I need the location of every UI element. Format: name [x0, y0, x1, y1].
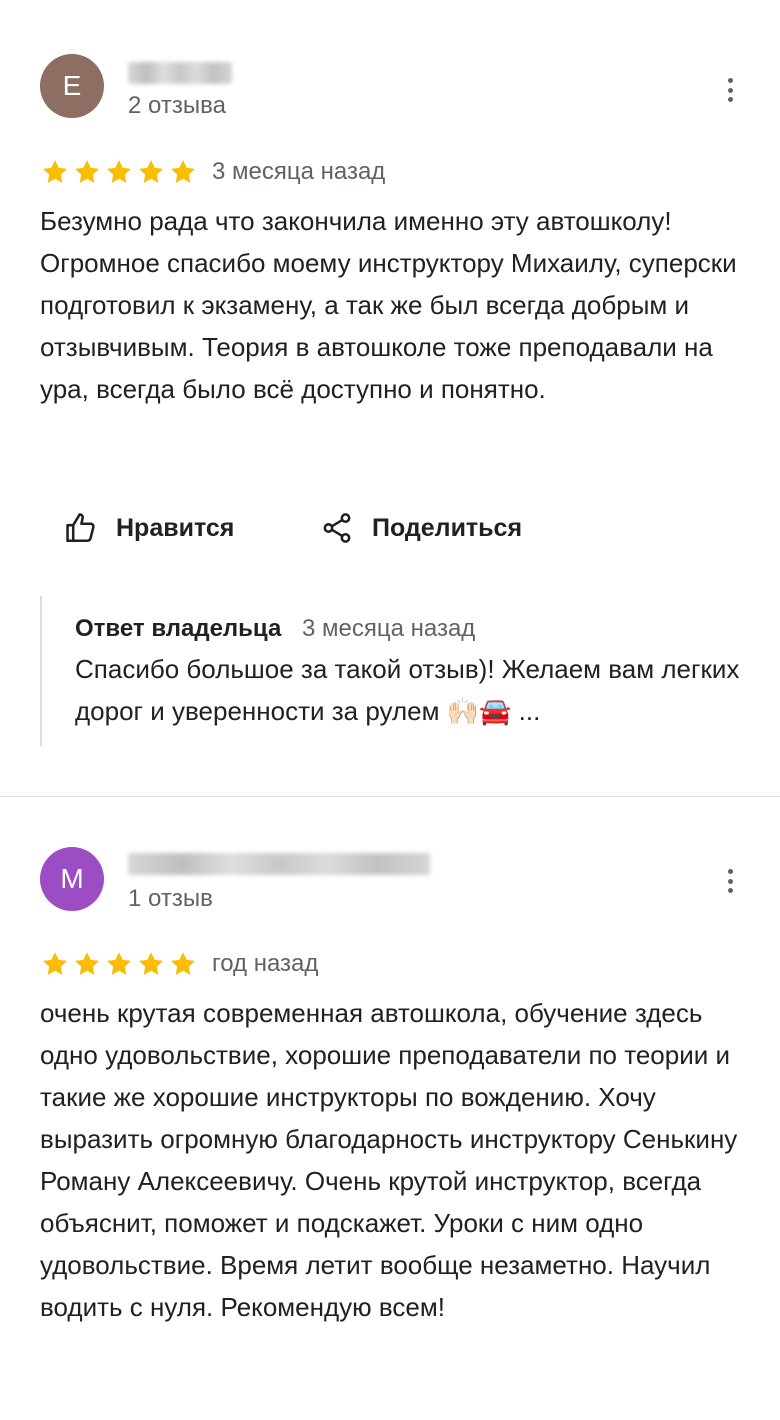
review-count[interactable]: 1 отзыв	[128, 885, 213, 913]
owner-reply-text[interactable]: Спасибо большое за такой отзыв)! Желаем …	[75, 648, 740, 732]
star-icon	[43, 160, 67, 183]
star-icon	[139, 952, 163, 975]
reviewer-name-redacted[interactable]	[128, 853, 430, 875]
star-icon	[75, 160, 99, 183]
share-icon	[323, 513, 351, 543]
like-button[interactable]: Нравится	[64, 506, 234, 550]
star-icon	[171, 952, 195, 975]
star-icon	[139, 160, 163, 183]
review-date: год назад	[212, 950, 319, 977]
rating-stars	[40, 950, 198, 978]
star-icon	[171, 160, 195, 183]
owner-reply-date: 3 месяца назад	[302, 615, 476, 642]
star-icon	[107, 952, 131, 975]
rating-stars	[40, 158, 198, 186]
owner-reply: Ответ владельца 3 месяца назад Спасибо б…	[40, 596, 740, 746]
review-card: E 2 отзыва 3 месяца назад Безумно рада ч…	[0, 0, 780, 796]
like-label: Нравится	[116, 513, 235, 542]
avatar-letter: M	[60, 863, 84, 894]
more-options-button[interactable]	[720, 74, 740, 106]
share-label: Поделиться	[372, 513, 523, 542]
avatar[interactable]: E	[40, 54, 104, 118]
review-card: M 1 отзыв год назад очень крутая совреме…	[0, 797, 780, 1420]
more-options-button[interactable]	[720, 865, 740, 897]
review-text: очень крутая современная автошкола, обуч…	[40, 998, 738, 1322]
star-icon	[75, 952, 99, 975]
more-vert-icon	[727, 78, 733, 83]
thumb-up-icon	[66, 513, 95, 543]
review-text: Безумно рада что закончила именно эту ав…	[40, 206, 737, 404]
more-vert-icon	[727, 869, 733, 874]
avatar-letter: E	[62, 70, 82, 101]
reviewer-name-redacted[interactable]	[128, 62, 232, 84]
star-icon	[107, 160, 131, 183]
avatar[interactable]: M	[40, 847, 104, 911]
review-date: 3 месяца назад	[212, 158, 386, 185]
star-icon	[43, 952, 67, 975]
owner-reply-title: Ответ владельца	[75, 615, 282, 642]
review-count[interactable]: 2 отзыва	[128, 92, 226, 120]
share-button[interactable]: Поделиться	[320, 506, 522, 550]
